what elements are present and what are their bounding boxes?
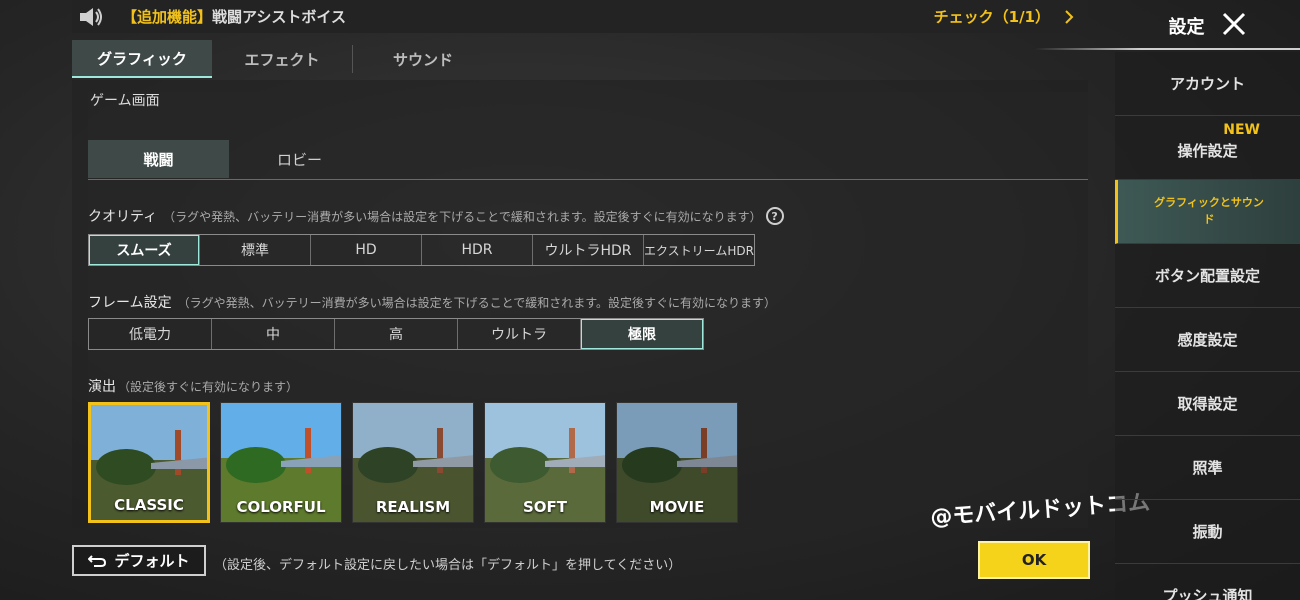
quality-option-hdr[interactable]: HDR [422, 235, 533, 265]
sidebar-item-account[interactable]: アカウント [1115, 52, 1300, 116]
tab-effect-label: エフェクト [244, 50, 320, 69]
quality-option-standard[interactable]: 標準 [200, 235, 311, 265]
frame-option-extreme[interactable]: 極限 [581, 319, 703, 349]
frame-option-label: 中 [266, 327, 280, 343]
quality-option-ultra-hdr[interactable]: ウルトラHDR [533, 235, 644, 265]
subtab-battle[interactable]: 戦闘 [88, 140, 229, 178]
sidebar-item-sensitivity[interactable]: 感度設定 [1115, 308, 1300, 372]
subtab-lobby[interactable]: ロビー [229, 140, 370, 178]
settings-header: 設定 [1035, 0, 1300, 52]
quality-option-label: スムーズ [116, 243, 172, 259]
sidebar-item-push[interactable]: プッシュ通知 [1115, 564, 1300, 600]
subtab-lobby-label: ロビー [276, 150, 322, 169]
section-title: ゲーム画面 [90, 93, 160, 109]
sidebar-item-label: 取得設定 [1177, 395, 1238, 413]
quality-label: クオリティ [88, 209, 158, 225]
filter-movie-label: MOVIE [649, 498, 705, 516]
filter-soft[interactable]: SOFT [484, 402, 606, 523]
sub-tabs: 戦闘 ロビー [88, 140, 1088, 180]
close-icon[interactable] [1221, 11, 1247, 41]
settings-sidebar: アカウント NEW 操作設定 グラフィックとサウンド ボタン配置設定 感度設定 … [1115, 52, 1300, 600]
announcement-text: 戦闘アシストボイス [212, 8, 346, 26]
ok-button-label: OK [1021, 551, 1047, 569]
quality-label-row: クオリティ （ラグや発熱、バッテリー消費が多い場合は設定を下げることで緩和されま… [88, 206, 784, 226]
sidebar-item-aim[interactable]: 照準 [1115, 436, 1300, 500]
quality-option-extreme-hdr[interactable]: エクストリームHDR [644, 235, 754, 265]
announcement-title: 【追加機能】戦闘アシストボイス [122, 6, 346, 27]
ok-button[interactable]: OK [978, 541, 1090, 579]
sidebar-item-button-layout[interactable]: ボタン配置設定 [1115, 244, 1300, 308]
frame-option-high[interactable]: 高 [335, 319, 458, 349]
sidebar-item-pickup[interactable]: 取得設定 [1115, 372, 1300, 436]
frame-note: （ラグや発熱、バッテリー消費が多い場合は設定を下げることで緩和されます。設定後す… [177, 295, 777, 310]
quality-option-label: 標準 [241, 243, 269, 259]
announcement-check-link[interactable]: チェック（1/1） [934, 6, 1074, 27]
tab-sound-label: サウンド [392, 50, 453, 69]
undo-icon [88, 554, 107, 567]
settings-title: 設定 [1168, 17, 1205, 38]
frame-label: フレーム設定 [88, 295, 172, 311]
style-note: （設定後すぐに有効になります） [118, 379, 299, 394]
frame-option-medium[interactable]: 中 [212, 319, 335, 349]
sidebar-item-label: プッシュ通知 [1162, 587, 1253, 600]
filter-classic-label: CLASSIC [114, 496, 184, 514]
sidebar-item-label: 感度設定 [1177, 331, 1238, 349]
filter-realism-label: REALISM [375, 498, 451, 516]
sidebar-item-label: ボタン配置設定 [1154, 267, 1260, 285]
sidebar-item-vibration[interactable]: 振動 [1115, 500, 1300, 564]
quality-option-label: ウルトラHDR [544, 243, 632, 259]
quality-option-hd[interactable]: HD [311, 235, 422, 265]
chevron-right-icon [1065, 9, 1074, 24]
frame-selector: 低電力 中 高 ウルトラ 極限 [88, 318, 704, 350]
quality-option-label: HDR [461, 242, 493, 258]
tab-effect[interactable]: エフェクト [212, 40, 352, 78]
new-badge: NEW [1223, 122, 1260, 138]
tab-sound[interactable]: サウンド [353, 40, 493, 78]
filter-colorful[interactable]: COLORFUL [220, 402, 342, 523]
subtab-battle-label: 戦闘 [143, 150, 174, 169]
frame-option-low-power[interactable]: 低電力 [89, 319, 212, 349]
filter-classic[interactable]: CLASSIC [88, 402, 210, 523]
sidebar-item-label: グラフィックとサウンド [1154, 196, 1264, 226]
quality-option-label: HD [355, 242, 377, 258]
tab-graphics[interactable]: グラフィック [72, 40, 212, 78]
help-icon[interactable]: ? [765, 207, 784, 225]
settings-screen: 【追加機能】戦闘アシストボイス チェック（1/1） 設定 グラフィック エフェク… [0, 0, 1300, 600]
frame-option-label: 極限 [628, 327, 656, 343]
style-label: 演出 [88, 379, 116, 395]
filter-realism[interactable]: REALISM [352, 402, 474, 523]
quality-option-label: エクストリームHDR [644, 243, 754, 258]
sidebar-item-label: 操作設定 [1177, 142, 1238, 160]
announcement-check-label: チェック（1/1） [933, 8, 1050, 26]
style-filters: CLASSIC COLORFUL REALISM SOFT MOVIE [88, 402, 738, 523]
sidebar-item-label: 照準 [1192, 459, 1223, 477]
speaker-icon [78, 0, 112, 33]
sidebar-item-graphics-sound[interactable]: グラフィックとサウンド [1115, 180, 1300, 244]
filter-soft-label: SOFT [522, 498, 568, 516]
frame-option-label: 高 [389, 327, 403, 343]
frame-option-label: 低電力 [129, 327, 171, 343]
sidebar-item-label: アカウント [1169, 75, 1245, 93]
filter-movie[interactable]: MOVIE [616, 402, 738, 523]
default-button[interactable]: デフォルト [72, 545, 206, 576]
quality-note: （ラグや発熱、バッテリー消費が多い場合は設定を下げることで緩和されます。設定後す… [163, 209, 762, 224]
quality-selector: スムーズ 標準 HD HDR ウルトラHDR エクストリームHDR [88, 234, 755, 266]
top-tabs: グラフィック エフェクト サウンド [72, 40, 1088, 78]
frame-label-row: フレーム設定 （ラグや発熱、バッテリー消費が多い場合は設定を下げることで緩和され… [88, 292, 776, 312]
frame-option-label: ウルトラ [491, 327, 547, 343]
quality-option-smooth[interactable]: スムーズ [89, 235, 200, 265]
sidebar-item-label: 振動 [1192, 523, 1223, 541]
default-note: （設定後、デフォルト設定に戻したい場合は「デフォルト」を押してください） [214, 558, 682, 573]
sidebar-item-controls[interactable]: NEW 操作設定 [1115, 116, 1300, 180]
announcement-tag: 【追加機能】 [122, 8, 213, 26]
announcement-bar[interactable]: 【追加機能】戦闘アシストボイス チェック（1/1） [72, 0, 1088, 33]
frame-option-ultra[interactable]: ウルトラ [458, 319, 581, 349]
tab-graphics-label: グラフィック [97, 49, 187, 68]
style-label-row: 演出 （設定後すぐに有効になります） [88, 376, 298, 396]
default-button-label: デフォルト [114, 552, 190, 570]
filter-colorful-label: COLORFUL [236, 498, 326, 516]
